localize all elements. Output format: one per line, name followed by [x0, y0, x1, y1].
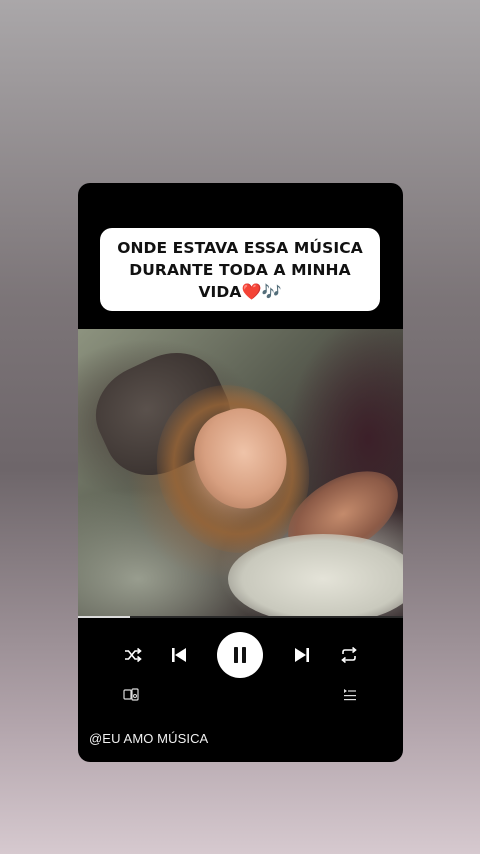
previous-button[interactable]: [164, 630, 194, 680]
progress-bar[interactable]: [78, 616, 403, 618]
skip-previous-icon: [172, 648, 186, 662]
play-pause-circle: [217, 632, 263, 678]
next-button[interactable]: [287, 630, 317, 680]
repeat-icon: [341, 647, 357, 663]
queue-button[interactable]: [343, 688, 357, 702]
connect-devices-icon: [123, 688, 139, 701]
music-notes-emoji: 🎶: [261, 281, 282, 301]
devices-button[interactable]: [123, 688, 139, 702]
playback-controls: [78, 630, 403, 680]
heart-emoji: ❤️: [241, 281, 262, 301]
skip-next-icon: [295, 648, 309, 662]
caption-line-1: ONDE ESTAVA ESSA MÚSICA: [117, 238, 363, 257]
pause-icon: [234, 647, 246, 663]
progress-fill: [78, 616, 130, 618]
caption-box: ONDE ESTAVA ESSA MÚSICA DURANTE TODA A M…: [100, 228, 380, 311]
shuffle-button[interactable]: [118, 630, 148, 680]
caption-text: ONDE ESTAVA ESSA MÚSICA DURANTE TODA A M…: [117, 237, 363, 303]
repeat-button[interactable]: [334, 630, 364, 680]
shuffle-icon: [125, 647, 142, 663]
music-player-card: ONDE ESTAVA ESSA MÚSICA DURANTE TODA A M…: [78, 183, 403, 762]
video-frame[interactable]: [78, 329, 403, 616]
play-pause-button[interactable]: [217, 630, 263, 680]
account-handle: @EU AMO MÚSICA: [89, 731, 209, 746]
queue-icon: [344, 689, 356, 701]
caption-line-2: DURANTE TODA A MINHA: [129, 260, 351, 279]
secondary-controls: [78, 684, 403, 706]
caption-line-3: VIDA: [198, 282, 242, 301]
